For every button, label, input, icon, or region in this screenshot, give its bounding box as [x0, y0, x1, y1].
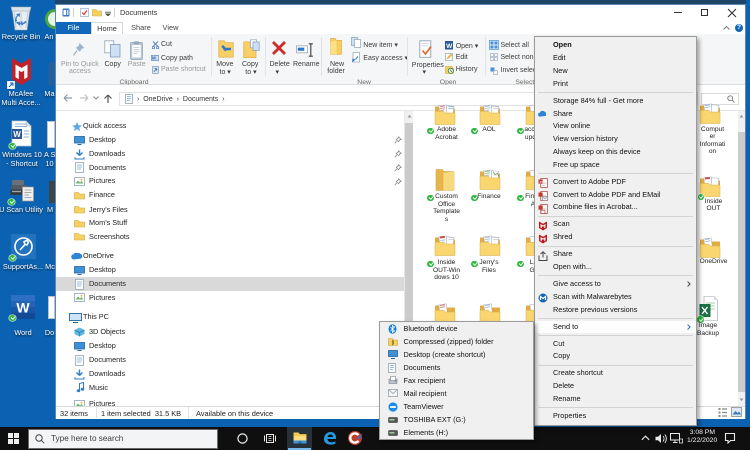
svg-text:W: W — [16, 300, 30, 316]
svg-text:PDF: PDF — [539, 181, 547, 185]
svg-text:W: W — [13, 130, 21, 139]
svg-text:W: W — [446, 43, 453, 50]
svg-text:M: M — [152, 55, 156, 60]
